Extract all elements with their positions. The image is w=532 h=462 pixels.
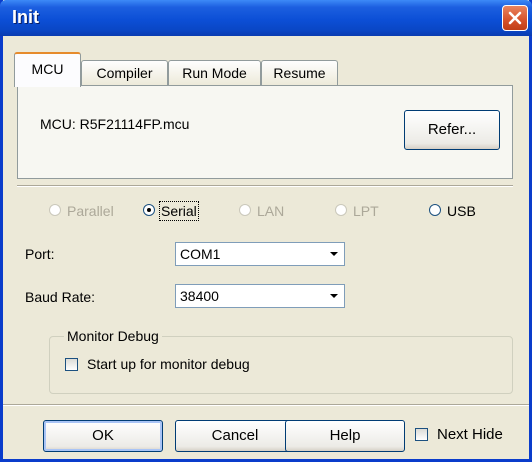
monitor-debug-checkbox[interactable] <box>65 358 78 371</box>
port-select[interactable]: COM1 <box>175 242 345 266</box>
radio-usb-dot <box>429 204 441 216</box>
refer-button[interactable]: Refer... <box>404 110 500 150</box>
mcu-label: MCU: R5F21114FP.mcu <box>40 116 190 132</box>
port-label: Port: <box>25 246 55 262</box>
tab-run-mode[interactable]: Run Mode <box>168 60 261 86</box>
baud-rate-value: 38400 <box>180 288 219 304</box>
init-dialog: Init MCU Compiler Run Mode Resume .tab.a… <box>0 0 532 462</box>
radio-lan-label: LAN <box>257 203 285 219</box>
radio-lpt-label: LPT <box>353 203 379 219</box>
window-title: Init <box>12 7 39 27</box>
radio-usb-label: USB <box>447 203 476 219</box>
radio-parallel-dot <box>49 204 61 216</box>
radio-serial-label: Serial <box>159 201 199 221</box>
port-value: COM1 <box>180 246 221 262</box>
radio-usb[interactable]: USB <box>429 203 489 221</box>
close-button[interactable] <box>502 5 528 31</box>
radio-lpt[interactable]: LPT <box>335 203 395 221</box>
chevron-down-icon <box>330 252 338 256</box>
separator <box>17 185 513 187</box>
tab-compiler-label: Compiler <box>96 65 153 81</box>
radio-serial-dot <box>143 204 155 216</box>
title-bar[interactable]: Init <box>0 0 532 36</box>
next-hide-checkbox[interactable] <box>415 428 428 441</box>
tab-resume-label: Resume <box>273 65 326 81</box>
monitor-debug-title: Monitor Debug <box>64 328 162 344</box>
tab-panel-mcu: MCU: R5F21114FP.mcu Refer... <box>17 85 513 179</box>
tab-mcu-label: MCU <box>31 61 64 77</box>
radio-parallel[interactable]: Parallel <box>49 203 129 221</box>
footer-separator <box>3 404 529 406</box>
baud-rate-select[interactable]: 38400 <box>175 284 345 308</box>
radio-serial[interactable]: Serial <box>143 201 213 221</box>
monitor-debug-checkbox-label: Start up for monitor debug <box>87 356 250 372</box>
tab-mcu[interactable]: MCU <box>14 52 81 87</box>
radio-lan[interactable]: LAN <box>239 203 299 221</box>
radio-lan-dot <box>239 204 251 216</box>
radio-lpt-dot <box>335 204 347 216</box>
baud-rate-label: Baud Rate: <box>25 289 96 305</box>
cancel-button[interactable]: Cancel <box>175 420 295 452</box>
next-hide-label: Next Hide <box>437 426 503 443</box>
close-icon <box>508 11 522 25</box>
tab-compiler[interactable]: Compiler <box>81 60 168 86</box>
radio-parallel-label: Parallel <box>67 203 114 219</box>
chevron-down-icon <box>330 294 338 298</box>
ok-button[interactable]: OK <box>43 420 163 452</box>
tab-resume[interactable]: Resume <box>261 60 338 86</box>
tab-run-mode-label: Run Mode <box>182 65 247 81</box>
help-button[interactable]: Help <box>285 420 405 452</box>
